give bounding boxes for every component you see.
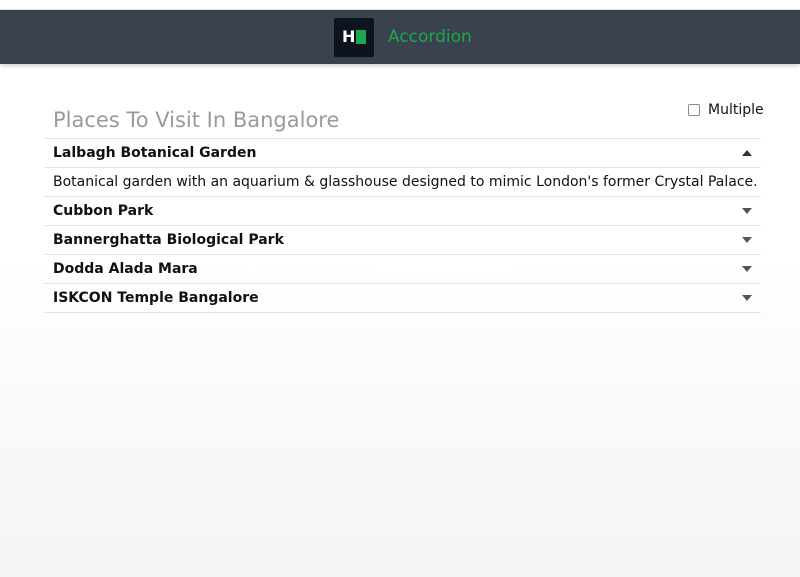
caret-down-icon[interactable]: [742, 295, 752, 301]
navbar: H Accordion: [0, 10, 800, 64]
accordion-item: ISKCON Temple Bangalore: [44, 284, 761, 313]
caret-up-icon[interactable]: [742, 150, 752, 156]
accordion-item: Dodda Alada Mara: [44, 255, 761, 284]
logo-green-block: [356, 30, 366, 44]
accordion-item: Bannerghatta Biological Park: [44, 226, 761, 255]
page-heading: Places To Visit In Bangalore: [53, 108, 340, 132]
logo-letter: H: [342, 27, 356, 46]
accordion-header-dodda-alada-mara[interactable]: Dodda Alada Mara: [44, 255, 761, 283]
accordion-content: Botanical garden with an aquarium & glas…: [44, 167, 761, 196]
caret-down-icon[interactable]: [742, 237, 752, 243]
accordion-title: Lalbagh Botanical Garden: [53, 145, 257, 161]
accordion-title: Bannerghatta Biological Park: [53, 232, 284, 248]
accordion-title: Dodda Alada Mara: [53, 261, 198, 277]
multiple-label: Multiple: [708, 102, 764, 118]
accordion-header-cubbon[interactable]: Cubbon Park: [44, 197, 761, 225]
hackerrank-logo[interactable]: H: [334, 18, 374, 57]
accordion-header-bannerghatta[interactable]: Bannerghatta Biological Park: [44, 226, 761, 254]
caret-down-icon[interactable]: [742, 266, 752, 272]
accordion-item: Lalbagh Botanical Garden Botanical garde…: [44, 139, 761, 197]
caret-down-icon[interactable]: [742, 208, 752, 214]
accordion-title: ISKCON Temple Bangalore: [53, 290, 259, 306]
window-top-strip: [0, 0, 800, 10]
accordion-title: Cubbon Park: [53, 203, 154, 219]
multiple-checkbox[interactable]: [688, 104, 700, 116]
accordion-header-iskcon[interactable]: ISKCON Temple Bangalore: [44, 284, 761, 312]
accordion-item: Cubbon Park: [44, 197, 761, 226]
app-title: Accordion: [388, 27, 472, 47]
accordion-header-lalbagh[interactable]: Lalbagh Botanical Garden: [44, 139, 761, 167]
accordion: Lalbagh Botanical Garden Botanical garde…: [44, 138, 761, 313]
multiple-toggle[interactable]: Multiple: [688, 101, 764, 119]
